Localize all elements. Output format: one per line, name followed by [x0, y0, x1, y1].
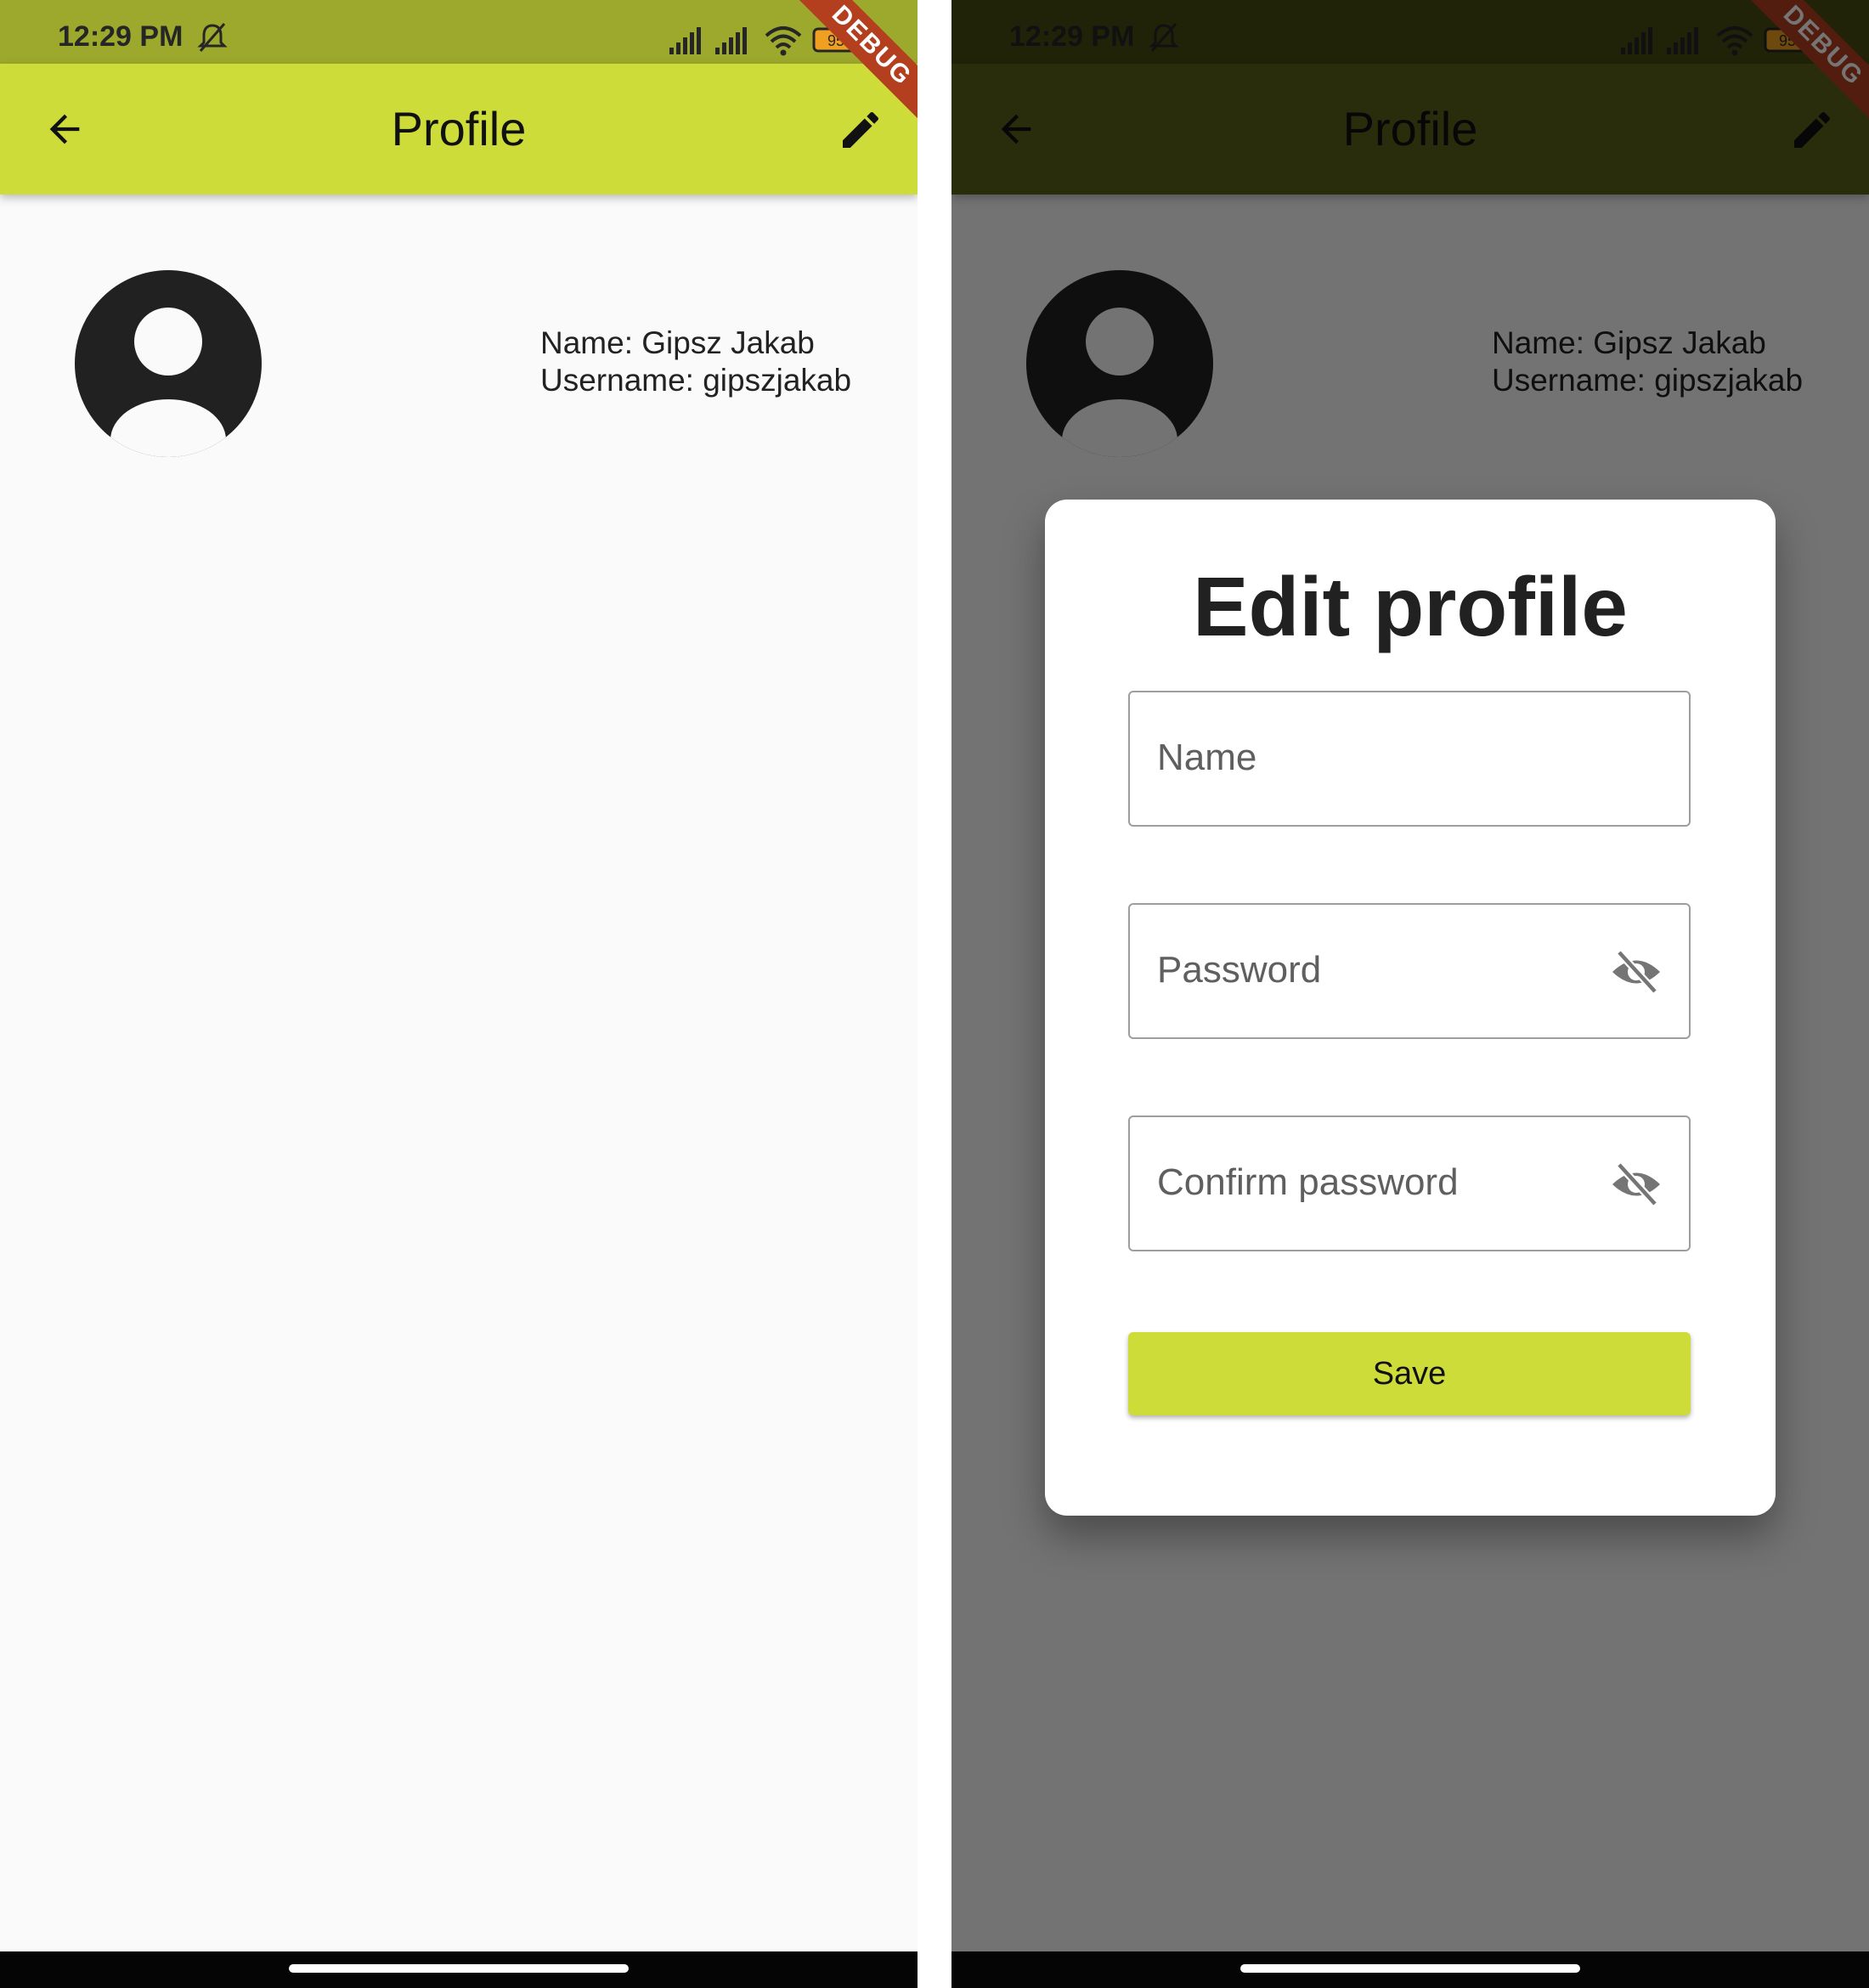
page-title: Profile: [391, 102, 527, 155]
profile-name: Name: Gipsz Jakab: [540, 325, 815, 360]
profile-screen-with-dialog: 12:29 PM 95 Profile: [951, 0, 1869, 1988]
save-button[interactable]: Save: [1128, 1332, 1691, 1415]
home-indicator[interactable]: [1240, 1964, 1580, 1973]
home-indicator[interactable]: [289, 1964, 629, 1973]
profile-info: Name: Gipsz Jakab Username: gipszjakab: [540, 325, 851, 399]
name-field[interactable]: Name: [1128, 691, 1691, 827]
status-time: 12:29 PM: [58, 20, 184, 53]
dialog-title: Edit profile: [1193, 560, 1628, 653]
signal-icon: [715, 27, 747, 54]
navigation-bar: [0, 1951, 918, 1988]
name-field-label: Name: [1157, 737, 1257, 778]
muted-bell-icon: [197, 23, 228, 52]
confirm-password-field[interactable]: Confirm password: [1128, 1115, 1691, 1251]
profile-username: Username: gipszjakab: [540, 363, 852, 398]
visibility-off-icon[interactable]: [1609, 947, 1663, 997]
wifi-icon: [765, 26, 802, 56]
profile-screen: 12:29 PM 95 Profile DEBUG Name: Gipsz Ja…: [0, 0, 918, 1988]
signal-icon: [669, 27, 701, 54]
navigation-bar: [951, 1951, 1869, 1988]
account-circle-icon: [75, 270, 262, 457]
confirm-password-field-label: Confirm password: [1157, 1161, 1459, 1203]
edit-pencil-icon[interactable]: [837, 106, 884, 154]
status-bar: 12:29 PM 95: [0, 0, 918, 64]
app-bar: Profile: [0, 64, 918, 195]
visibility-off-icon[interactable]: [1609, 1160, 1663, 1209]
edit-profile-dialog: Edit profile Name Password Confirm passw…: [1045, 500, 1776, 1516]
password-field[interactable]: Password: [1128, 903, 1691, 1039]
password-field-label: Password: [1157, 949, 1322, 991]
